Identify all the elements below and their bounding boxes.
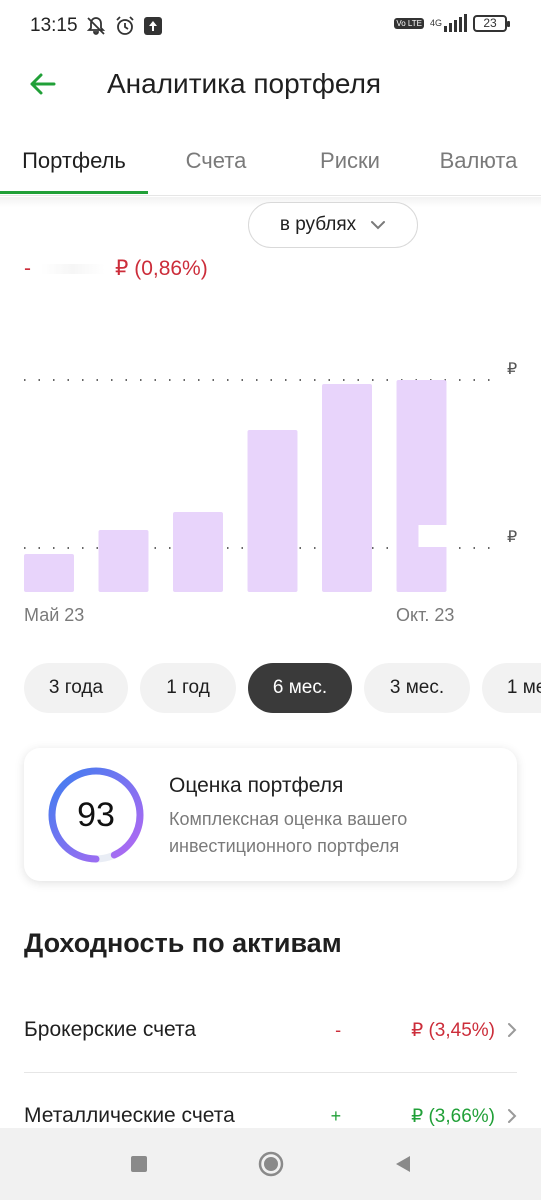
status-icons — [86, 15, 162, 37]
mute-bell-icon — [86, 17, 105, 35]
x-tick-label-start: Май 23 — [24, 605, 85, 625]
chart-bar — [396, 380, 447, 592]
currency-tick-label: ₽ — [507, 361, 517, 378]
tab-accounts[interactable]: Счета — [148, 130, 284, 192]
bar-chart: ₽₽ — [24, 361, 517, 592]
portfolio-change-sign: - — [24, 256, 31, 280]
hidden-amount — [41, 263, 105, 274]
asset-sign: - — [335, 1019, 342, 1040]
recent-apps-icon — [130, 1156, 147, 1172]
tab-risks[interactable]: Риски — [284, 130, 416, 192]
network-label: 4G — [429, 18, 442, 28]
chart-bar — [98, 530, 149, 592]
signal-icon — [444, 14, 467, 32]
status-right: Vo LTE 4G 23 — [394, 14, 510, 32]
chart-bar — [322, 384, 372, 592]
score-description: Комплексная оценка вашего инвестиционног… — [169, 809, 408, 856]
chart-bar — [173, 512, 223, 592]
chevron-down-icon — [371, 221, 386, 230]
portfolio-change: - ₽ (0,86%) — [24, 256, 208, 281]
battery-icon: 23 — [473, 14, 510, 32]
portfolio-chart: ₽ ₽ Май 23 Окт. 23 — [0, 340, 541, 625]
back-button[interactable] — [12, 54, 72, 114]
volte-badge: Vo LTE — [394, 17, 424, 29]
currency-select-value: в рублях — [279, 214, 357, 235]
x-tick-label-end: Окт. 23 — [396, 605, 455, 625]
asset-name: Металлические счета — [24, 1104, 235, 1127]
asset-sign: + — [330, 1105, 342, 1126]
asset-name: Брокерские счета — [24, 1018, 197, 1041]
arrow-left-icon — [30, 73, 56, 95]
bar-notch — [418, 525, 449, 547]
portfolio-change-text: ₽ (0,86%) — [115, 257, 208, 280]
home-icon — [258, 1151, 283, 1177]
period-chip-6m[interactable]: 6 мес. — [248, 663, 352, 713]
portfolio-score-card[interactable]: 93 Оценка портфеля Комплексная оценка ва… — [24, 748, 517, 881]
status-time: 13:15 — [30, 15, 78, 36]
system-back-button[interactable] — [383, 1144, 423, 1184]
score-value: 93 — [77, 795, 115, 834]
asset-return: ₽ (3,66%) — [411, 1105, 495, 1127]
home-button[interactable] — [251, 1144, 291, 1184]
period-chip-3y[interactable]: 3 года — [24, 663, 128, 713]
score-title: Оценка портфеля — [169, 774, 344, 797]
period-chip-1y[interactable]: 1 год — [140, 663, 236, 713]
period-chip-1m[interactable]: 1 мес. — [482, 663, 541, 713]
system-nav-bar — [0, 1128, 541, 1200]
recent-apps-button[interactable] — [119, 1144, 159, 1184]
tab-bar: Портфель Счета Риски Валюта — [0, 130, 541, 196]
app-header: Аналитика портфеля — [0, 52, 541, 116]
page-title: Аналитика портфеля — [107, 68, 382, 99]
back-triangle-icon — [395, 1156, 410, 1172]
currency-tick-label: ₽ — [507, 529, 517, 546]
asset-row-brokerage[interactable]: Брокерские счета - ₽ (3,45%) — [24, 1002, 517, 1058]
asset-return: ₽ (3,45%) — [411, 1019, 495, 1041]
chevron-right-icon — [508, 1109, 517, 1123]
upload-icon — [143, 17, 162, 35]
chart-bar — [247, 430, 298, 592]
tab-currency[interactable]: Валюта — [416, 130, 541, 192]
status-bar: 13:15 Vo LTE 4G 23 — [0, 0, 541, 52]
alarm-icon — [115, 16, 134, 35]
period-chip-3m[interactable]: 3 мес. — [364, 663, 470, 713]
tab-portfolio[interactable]: Портфель — [0, 130, 148, 194]
returns-section-title: Доходность по активам — [24, 928, 342, 958]
chevron-right-icon — [508, 1023, 517, 1037]
row-divider — [24, 1072, 517, 1073]
currency-select[interactable]: в рублях — [248, 202, 418, 248]
period-selector: 3 года 1 год 6 мес. 3 мес. 1 мес. — [24, 663, 541, 713]
chart-bar — [24, 554, 74, 592]
